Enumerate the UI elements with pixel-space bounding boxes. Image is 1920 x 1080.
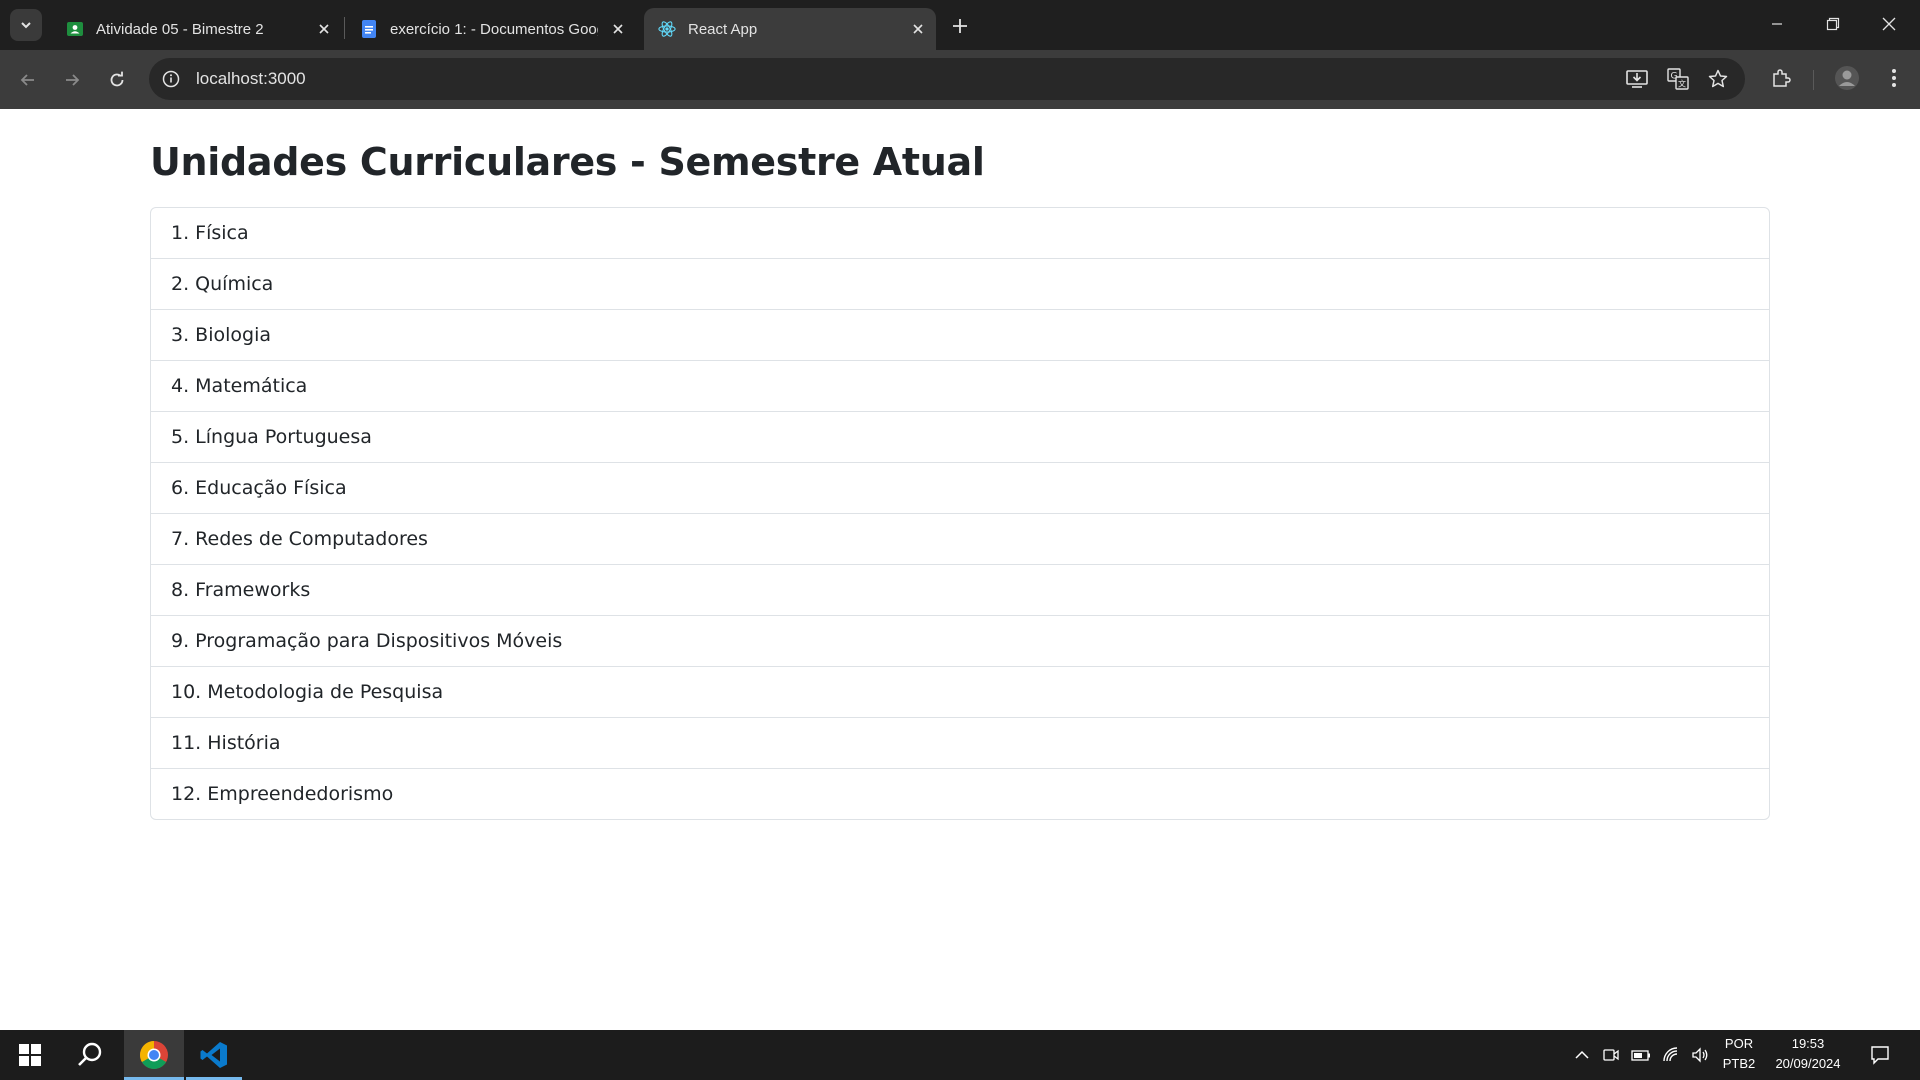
clock[interactable]: 19:53 20/09/2024: [1766, 1036, 1850, 1071]
chrome-icon: [140, 1041, 168, 1069]
list-item: 4. Matemática: [151, 361, 1769, 412]
tab-atividade[interactable]: Atividade 05 - Bimestre 2: [52, 8, 342, 50]
close-icon[interactable]: [608, 19, 628, 39]
minimize-button[interactable]: [1754, 8, 1800, 40]
volume-icon[interactable]: [1690, 1045, 1710, 1065]
taskbar-search-button[interactable]: [62, 1030, 118, 1080]
input-language[interactable]: POR PTB2: [1716, 1036, 1762, 1071]
list-item: 1. Física: [151, 208, 1769, 259]
react-icon: [658, 20, 676, 38]
restore-button[interactable]: [1810, 8, 1856, 40]
tab-title: exercício 1: - Documentos Google: [390, 20, 598, 38]
list-item: 2. Química: [151, 259, 1769, 310]
close-window-button[interactable]: [1866, 8, 1912, 40]
keyboard-layout: PTB2: [1722, 1056, 1756, 1071]
menu-kebab-icon[interactable]: [1880, 64, 1908, 92]
svg-text:文: 文: [1678, 79, 1686, 89]
tab-divider: [344, 17, 345, 39]
taskbar-chrome[interactable]: [124, 1030, 184, 1080]
reload-button[interactable]: [101, 64, 133, 96]
arrow-left-icon: [20, 74, 34, 86]
site-info-icon[interactable]: [161, 69, 181, 89]
browser-toolbar: localhost:3000 G文: [0, 50, 1920, 109]
close-icon[interactable]: [314, 19, 334, 39]
minimize-icon: [1772, 23, 1782, 25]
vscode-icon: [200, 1042, 227, 1068]
google-classroom-icon: [66, 20, 84, 38]
address-bar[interactable]: localhost:3000 G文: [149, 58, 1745, 100]
tab-react-app[interactable]: React App: [644, 8, 936, 50]
tab-title: Atividade 05 - Bimestre 2: [96, 20, 264, 38]
tab-documentos[interactable]: exercício 1: - Documentos Google: [346, 8, 636, 50]
course-list: 1. Física 2. Química 3. Biologia 4. Mate…: [150, 207, 1770, 820]
forward-button[interactable]: [56, 64, 88, 96]
list-item: 6. Educação Física: [151, 463, 1769, 514]
list-item: 11. História: [151, 718, 1769, 769]
start-button[interactable]: [0, 1030, 60, 1080]
web-page: Unidades Curriculares - Semestre Atual 1…: [0, 109, 1920, 1030]
plus-icon: [953, 19, 967, 33]
url-text: localhost:3000: [196, 69, 306, 88]
tab-title: React App: [688, 20, 758, 38]
new-tab-button[interactable]: [946, 12, 974, 40]
list-item: 7. Redes de Computadores: [151, 514, 1769, 565]
bookmark-star-icon[interactable]: [1706, 68, 1730, 90]
clock-date: 20/09/2024: [1775, 1056, 1841, 1071]
search-icon: [78, 1042, 102, 1066]
taskbar: POR PTB2 19:53 20/09/2024: [0, 1030, 1920, 1080]
toolbar-divider: [1813, 70, 1814, 90]
list-item: 12. Empreendedorismo: [171, 783, 394, 805]
tab-search-button[interactable]: [10, 9, 42, 41]
language-code: POR: [1724, 1036, 1754, 1051]
close-icon[interactable]: [908, 19, 928, 39]
list-item: 5. Língua Portuguesa: [151, 412, 1769, 463]
windows-start-icon: [19, 1044, 41, 1066]
profile-avatar[interactable]: [1833, 64, 1861, 92]
reload-icon: [110, 71, 124, 87]
google-docs-icon: [360, 20, 378, 38]
list-item: 9. Programação para Dispositivos Móveis: [151, 616, 1769, 667]
tab-strip: Atividade 05 - Bimestre 2 exercício 1: -…: [0, 0, 1920, 50]
chevron-down-icon: [21, 22, 31, 29]
battery-icon[interactable]: [1631, 1045, 1651, 1065]
clock-time: 19:53: [1791, 1036, 1825, 1051]
back-button[interactable]: [12, 64, 44, 96]
list-item: 3. Biologia: [151, 310, 1769, 361]
translate-icon[interactable]: G文: [1666, 68, 1690, 90]
show-hidden-icons-chevron-icon[interactable]: [1572, 1045, 1592, 1065]
notification-center-icon[interactable]: [1870, 1045, 1890, 1065]
wifi-icon[interactable]: [1661, 1045, 1681, 1065]
list-item: 8. Frameworks: [151, 565, 1769, 616]
install-app-icon[interactable]: [1625, 68, 1649, 90]
page-title: Unidades Curriculares - Semestre Atual: [150, 140, 985, 184]
taskbar-vscode[interactable]: [186, 1030, 242, 1080]
close-icon: [1882, 17, 1896, 31]
list-item: 10. Metodologia de Pesquisa: [151, 667, 1769, 718]
restore-icon: [1826, 17, 1840, 31]
extensions-icon[interactable]: [1767, 64, 1795, 92]
arrow-right-icon: [66, 74, 80, 86]
meet-now-icon[interactable]: [1601, 1045, 1621, 1065]
